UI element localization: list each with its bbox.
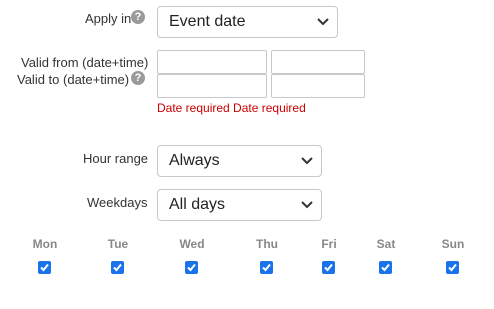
hour-range-value: Always xyxy=(169,152,220,169)
checkmark-icon xyxy=(381,263,390,272)
day-label-tue: Tue xyxy=(107,237,129,251)
apply-in-value: Event date xyxy=(169,13,246,30)
valid-to-date-input[interactable] xyxy=(157,74,267,98)
weekdays-select[interactable]: All days xyxy=(157,189,322,221)
day-checkbox-tue[interactable] xyxy=(111,261,124,274)
day-checkbox-sat[interactable] xyxy=(379,261,392,274)
day-checkbox-mon[interactable] xyxy=(38,261,51,274)
day-checkbox-thu[interactable] xyxy=(260,261,273,274)
hour-range-select[interactable]: Always xyxy=(157,145,322,177)
chevron-down-icon xyxy=(301,201,313,209)
chevron-down-icon xyxy=(301,157,313,165)
checkmark-icon xyxy=(40,263,49,272)
valid-to-label: Valid to (date+time) xyxy=(17,72,130,87)
day-label-sat: Sat xyxy=(376,237,396,251)
valid-from-date-input[interactable] xyxy=(157,50,267,74)
weekdays-value: All days xyxy=(169,196,226,213)
valid-from-label: Valid from (date+time) xyxy=(21,55,149,70)
valid-to-time-input[interactable] xyxy=(271,74,365,98)
valid-from-time-input[interactable] xyxy=(271,50,365,74)
day-checkbox-sun[interactable] xyxy=(446,261,459,274)
day-label-mon: Mon xyxy=(32,237,58,251)
checkmark-icon xyxy=(324,263,333,272)
day-label-thu: Thu xyxy=(256,237,278,251)
date-error-message: Date required Date required xyxy=(157,101,306,115)
checkmark-icon xyxy=(187,263,196,272)
day-checkbox-fri[interactable] xyxy=(322,261,335,274)
day-label-wed: Wed xyxy=(179,237,205,251)
hour-range-label: Hour range xyxy=(83,151,149,166)
day-label-fri: Fri xyxy=(321,237,337,251)
apply-in-select[interactable]: Event date xyxy=(157,6,338,38)
checkmark-icon xyxy=(113,263,122,272)
weekdays-label: Weekdays xyxy=(87,195,148,210)
day-label-sun: Sun xyxy=(441,237,465,251)
checkmark-icon xyxy=(262,263,271,272)
apply-in-label: Apply in xyxy=(85,11,132,26)
checkmark-icon xyxy=(448,263,457,272)
chevron-down-icon xyxy=(317,18,329,26)
day-checkbox-wed[interactable] xyxy=(185,261,198,274)
valid-help-icon[interactable]: ? xyxy=(131,71,145,85)
apply-in-help-icon[interactable]: ? xyxy=(131,10,145,24)
